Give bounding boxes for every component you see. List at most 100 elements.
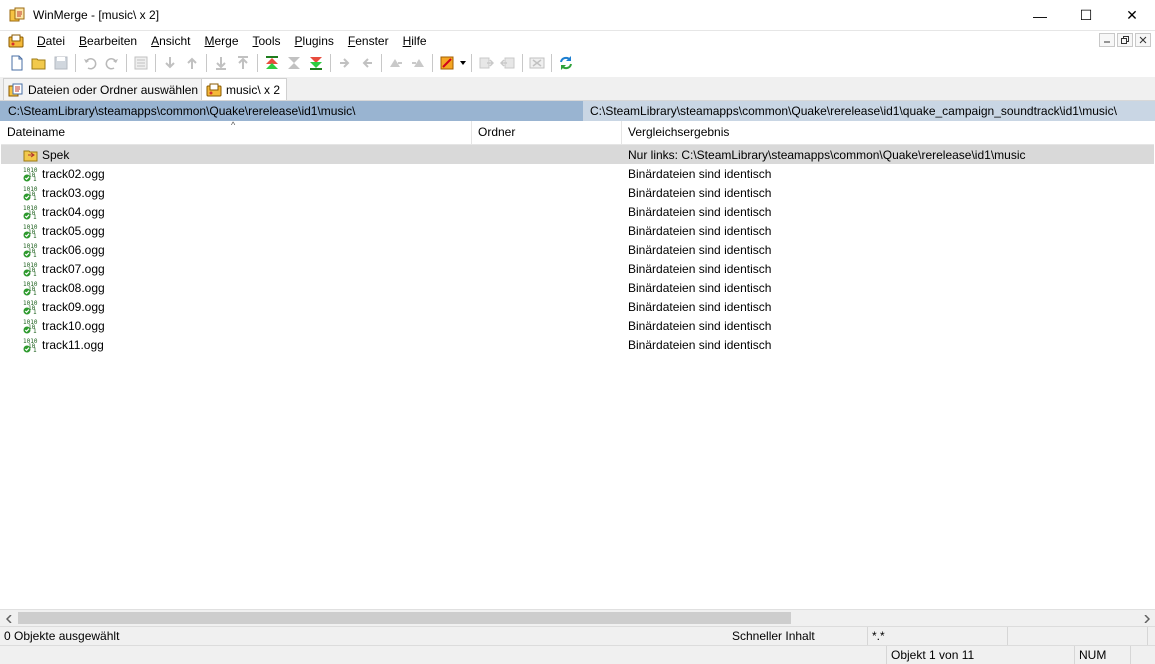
column-header-filename[interactable]: ^ Dateiname xyxy=(1,121,472,145)
table-row[interactable]: 1010 10 1 track02.ogg Binärdateien sind iden… xyxy=(1,164,1154,183)
filename-text: track06.ogg xyxy=(42,242,105,257)
menu-fenster[interactable]: Fenster xyxy=(341,31,396,51)
redo-icon[interactable] xyxy=(101,52,123,74)
color-options-icon[interactable] xyxy=(436,52,458,74)
menu-merge[interactable]: Merge xyxy=(197,31,245,51)
compare-results-list[interactable]: ^ Dateiname Ordner Vergleichsergebnis Sp… xyxy=(1,121,1154,609)
next-diff-icon[interactable] xyxy=(159,52,181,74)
mdi-minimize-button[interactable] xyxy=(1099,33,1115,47)
merge-mode-icon[interactable] xyxy=(130,52,152,74)
cell-result: Binärdateien sind identisch xyxy=(628,280,772,295)
horizontal-scrollbar[interactable] xyxy=(0,609,1155,626)
first-diff-icon[interactable] xyxy=(232,52,254,74)
left-path-header[interactable]: C:\SteamLibrary\steamapps\common\Quake\r… xyxy=(0,101,583,121)
new-icon[interactable] xyxy=(6,52,28,74)
scrollbar-thumb[interactable] xyxy=(18,612,791,624)
cell-result: Binärdateien sind identisch xyxy=(628,166,772,181)
toolbar-separator xyxy=(330,54,331,72)
table-row[interactable]: 1010 10 1 track09.ogg Binärdateien sind iden… xyxy=(1,297,1154,316)
toolbar-separator xyxy=(381,54,382,72)
filename-text: Spek xyxy=(42,147,70,162)
filename-text: track03.ogg xyxy=(42,185,105,200)
filename-text: track10.ogg xyxy=(42,318,105,333)
copy-left-advance-icon[interactable] xyxy=(407,52,429,74)
menu-ansicht[interactable]: Ansicht xyxy=(144,31,197,51)
open-right-icon[interactable] xyxy=(475,52,497,74)
prev-diff-icon[interactable] xyxy=(181,52,203,74)
copy-left-icon[interactable] xyxy=(356,52,378,74)
menu-datei[interactable]: Datei xyxy=(30,31,72,51)
cell-filename: 1010 10 1 track02.ogg xyxy=(1,166,472,183)
table-row[interactable]: Spek Nur links: C:\SteamLibrary\steamapps… xyxy=(1,145,1154,164)
copy-right-advance-icon[interactable] xyxy=(385,52,407,74)
copy-right-icon[interactable] xyxy=(334,52,356,74)
last-diff-icon[interactable] xyxy=(210,52,232,74)
tab-select-files[interactable]: Dateien oder Ordner auswählen xyxy=(3,78,206,100)
status-num-lock: NUM xyxy=(1075,646,1131,664)
sort-indicator: ^ xyxy=(231,121,236,130)
save-icon[interactable] xyxy=(50,52,72,74)
tab-label: Dateien oder Ordner auswählen xyxy=(28,82,199,97)
mdi-close-button[interactable] xyxy=(1135,33,1151,47)
minimize-button[interactable]: — xyxy=(1017,0,1063,31)
maximize-button[interactable]: ☐ xyxy=(1063,0,1109,31)
cell-filename: 1010 10 1 track11.ogg xyxy=(1,337,472,354)
filename-text: track11.ogg xyxy=(42,337,104,352)
menu-bearbeiten[interactable]: Bearbeiten xyxy=(72,31,144,51)
first-file-icon[interactable] xyxy=(261,52,283,74)
toolbar-separator xyxy=(471,54,472,72)
all-files-icon[interactable] xyxy=(283,52,305,74)
cell-filename: 1010 10 1 track07.ogg xyxy=(1,261,472,278)
refresh-icon[interactable] xyxy=(555,52,577,74)
compare-icon[interactable] xyxy=(526,52,548,74)
winmerge-app-icon xyxy=(9,7,25,23)
list-rows: Spek Nur links: C:\SteamLibrary\steamapps… xyxy=(1,145,1154,354)
scroll-left-icon[interactable] xyxy=(0,610,17,627)
column-header-folder[interactable]: Ordner xyxy=(472,121,622,145)
close-button[interactable]: ✕ xyxy=(1109,0,1155,31)
tab-music-compare[interactable]: music\ x 2 xyxy=(201,78,288,100)
undo-icon[interactable] xyxy=(79,52,101,74)
window-title: WinMerge - [music\ x 2] xyxy=(33,8,160,22)
status-filter: *.* xyxy=(868,627,1008,645)
open-icon[interactable] xyxy=(28,52,50,74)
filename-text: track08.ogg xyxy=(42,280,105,295)
document-icon[interactable] xyxy=(8,33,24,49)
column-header-result[interactable]: Vergleichsergebnis xyxy=(622,121,1154,145)
cell-result: Binärdateien sind identisch xyxy=(628,204,772,219)
binary-identical-icon: 1010 10 1 xyxy=(23,166,39,183)
last-file-icon[interactable] xyxy=(305,52,327,74)
table-row[interactable]: 1010 10 1 track11.ogg Binärdateien sind iden… xyxy=(1,335,1154,354)
cell-result: Binärdateien sind identisch xyxy=(628,299,772,314)
filename-text: track02.ogg xyxy=(42,166,105,181)
binary-identical-icon: 1010 10 1 xyxy=(23,299,39,316)
svg-text:1: 1 xyxy=(33,252,37,258)
menu-plugins[interactable]: Plugins xyxy=(288,31,341,51)
status-empty xyxy=(471,646,887,664)
binary-identical-icon: 1010 10 1 xyxy=(23,261,39,278)
document-tab-bar: Dateien oder Ordner auswählen music\ x 2 xyxy=(0,77,1155,101)
table-row[interactable]: 1010 10 1 track07.ogg Binärdateien sind iden… xyxy=(1,259,1154,278)
table-row[interactable]: 1010 10 1 track05.ogg Binärdateien sind iden… xyxy=(1,221,1154,240)
mdi-restore-button[interactable] xyxy=(1117,33,1133,47)
menu-hilfe[interactable]: Hilfe xyxy=(396,31,434,51)
svg-text:1: 1 xyxy=(33,328,37,334)
table-row[interactable]: 1010 10 1 track06.ogg Binärdateien sind iden… xyxy=(1,240,1154,259)
menu-tools[interactable]: Tools xyxy=(246,31,288,51)
table-row[interactable]: 1010 10 1 track10.ogg Binärdateien sind iden… xyxy=(1,316,1154,335)
scroll-right-icon[interactable] xyxy=(1138,610,1155,627)
table-row[interactable]: 1010 10 1 track03.ogg Binärdateien sind iden… xyxy=(1,183,1154,202)
status-bar-bottom: Objekt 1 von 11 NUM xyxy=(0,645,1155,664)
resize-grip-icon[interactable] xyxy=(1131,646,1155,664)
open-left-icon[interactable] xyxy=(497,52,519,74)
right-path-header[interactable]: C:\SteamLibrary\steamapps\common\Quake\r… xyxy=(583,101,1155,121)
cell-filename: 1010 10 1 track04.ogg xyxy=(1,204,472,221)
cell-result: Nur links: C:\SteamLibrary\steamapps\com… xyxy=(628,147,1026,162)
open-files-icon xyxy=(8,82,24,98)
binary-identical-icon: 1010 10 1 xyxy=(23,242,39,259)
filename-text: track09.ogg xyxy=(42,299,105,314)
table-row[interactable]: 1010 10 1 track08.ogg Binärdateien sind iden… xyxy=(1,278,1154,297)
table-row[interactable]: 1010 10 1 track04.ogg Binärdateien sind iden… xyxy=(1,202,1154,221)
status-compare-method: Schneller Inhalt xyxy=(728,627,868,645)
chevron-down-icon[interactable] xyxy=(458,59,468,67)
